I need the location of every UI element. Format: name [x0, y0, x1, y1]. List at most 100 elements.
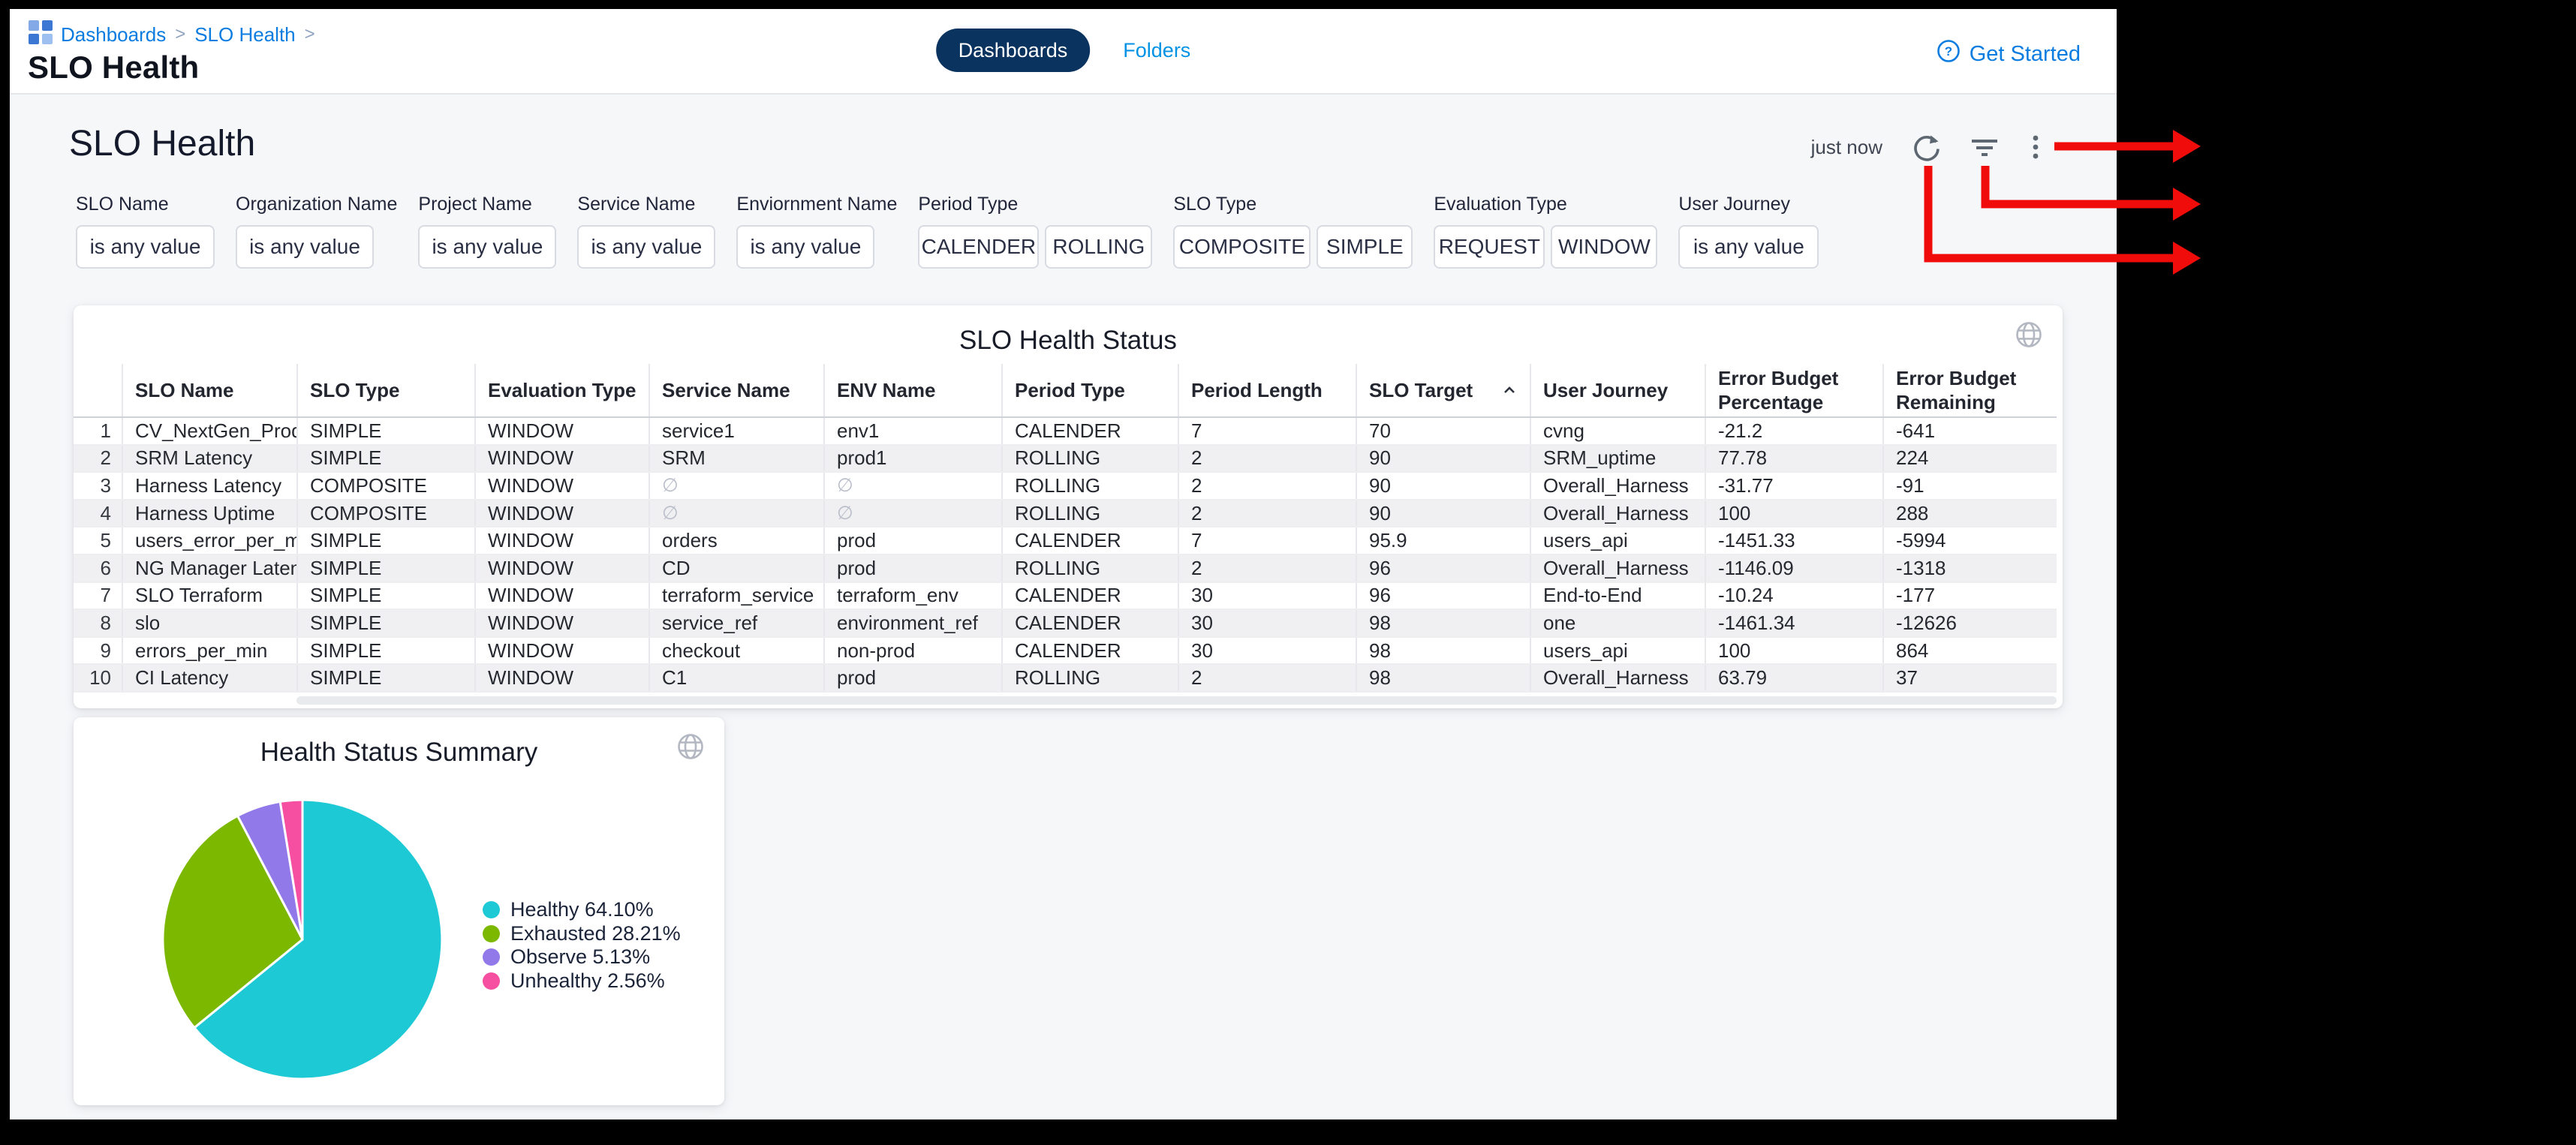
- breadcrumb-link-slo-health[interactable]: SLO Health: [194, 23, 295, 47]
- get-started-link[interactable]: ? Get Started: [1937, 39, 2081, 69]
- table-cell: SRM Latency: [122, 446, 296, 472]
- table-row[interactable]: 1CV_NextGen_ProdSIMPLEWINDOWservice1env1…: [74, 418, 2057, 446]
- table-cell: -1318: [1882, 555, 2057, 582]
- table-cell: CALENDER: [1001, 610, 1178, 636]
- last-refreshed-label: just now: [1811, 136, 1882, 159]
- filter-label: Enviornment Name: [736, 194, 897, 215]
- table-cell: 2: [1178, 555, 1356, 582]
- filter-chip[interactable]: is any value: [236, 225, 374, 269]
- table-cell: 864: [1882, 638, 2057, 664]
- column-header-slo-name[interactable]: SLO Name: [122, 364, 296, 416]
- column-header-error-budget[interactable]: Error BudgetRemaining: [1882, 364, 2057, 416]
- health-status-pie-chart[interactable]: [160, 797, 445, 1082]
- filter-chip[interactable]: is any value: [577, 225, 715, 269]
- column-header-evaluation-type[interactable]: Evaluation Type: [474, 364, 649, 416]
- table-cell: COMPOSITE: [296, 473, 474, 499]
- filter-icon[interactable]: [1968, 131, 2001, 164]
- table-cell: 2: [1178, 500, 1356, 527]
- column-header-row-number[interactable]: [74, 364, 122, 416]
- column-header-period-type[interactable]: Period Type: [1001, 364, 1178, 416]
- table-body: 1CV_NextGen_ProdSIMPLEWINDOWservice1env1…: [74, 418, 2057, 693]
- legend-item-observe[interactable]: Observe 5.13%: [483, 945, 681, 969]
- table-cell: prod: [823, 527, 1001, 554]
- table-row[interactable]: 4Harness UptimeCOMPOSITEWINDOW∅∅ROLLING2…: [74, 500, 2057, 528]
- filter-label: Service Name: [577, 194, 715, 215]
- table-row[interactable]: 3Harness LatencyCOMPOSITEWINDOW∅∅ROLLING…: [74, 473, 2057, 500]
- filter-chip[interactable]: is any value: [418, 225, 556, 269]
- filter-chip[interactable]: WINDOW: [1551, 225, 1657, 269]
- table-row[interactable]: 6NG Manager LatencySIMPLEWINDOWCDprodROL…: [74, 555, 2057, 583]
- column-header-period-length[interactable]: Period Length: [1178, 364, 1356, 416]
- column-header-env-name[interactable]: ENV Name: [823, 364, 1001, 416]
- table-row[interactable]: 8sloSIMPLEWINDOWservice_refenvironment_r…: [74, 610, 2057, 638]
- table-cell: 2: [1178, 473, 1356, 499]
- legend-label: Observe 5.13%: [510, 945, 650, 969]
- table-row[interactable]: 10CI LatencySIMPLEWINDOWC1prodROLLING298…: [74, 665, 2057, 693]
- pie-title: Health Status Summary: [74, 738, 724, 768]
- globe-icon[interactable]: [2015, 320, 2043, 353]
- table-cell: SRM_uptime: [1530, 446, 1705, 472]
- table-cell: 96: [1356, 583, 1530, 609]
- table-cell: users_error_per_min: [122, 527, 296, 554]
- table-cell: CD: [649, 555, 823, 582]
- table-cell: ∅: [649, 473, 823, 499]
- filter-chip-row: COMPOSITESIMPLE: [1173, 225, 1413, 269]
- column-header-error-budget[interactable]: Error BudgetPercentage: [1705, 364, 1882, 416]
- table-cell: SIMPLE: [296, 527, 474, 554]
- column-header-service-name[interactable]: Service Name: [649, 364, 823, 416]
- filter-chip[interactable]: CALENDER: [918, 225, 1039, 269]
- column-header-slo-type[interactable]: SLO Type: [296, 364, 474, 416]
- table-row[interactable]: 2SRM LatencySIMPLEWINDOWSRMprod1ROLLING2…: [74, 446, 2057, 473]
- table-cell: C1: [649, 665, 823, 691]
- filter-chip[interactable]: ROLLING: [1045, 225, 1152, 269]
- globe-icon[interactable]: [676, 732, 705, 765]
- column-header-user-journey[interactable]: User Journey: [1530, 364, 1705, 416]
- table-cell: ∅: [823, 500, 1001, 527]
- table-cell: 2: [74, 446, 122, 472]
- kebab-menu-icon[interactable]: [2028, 131, 2043, 164]
- filter-chip-row: is any value: [236, 225, 397, 269]
- help-circle-icon: ?: [1937, 39, 1961, 69]
- table-cell: ∅: [823, 473, 1001, 499]
- filter-chip[interactable]: COMPOSITE: [1173, 225, 1311, 269]
- refresh-icon[interactable]: [1909, 130, 1944, 164]
- table-cell: WINDOW: [474, 638, 649, 664]
- table-row[interactable]: 7SLO TerraformSIMPLEWINDOWterraform_serv…: [74, 583, 2057, 611]
- table-cell: service1: [649, 418, 823, 444]
- table-cell: ROLLING: [1001, 555, 1178, 582]
- table-cell: End-to-End: [1530, 583, 1705, 609]
- breadcrumb-separator: >: [173, 24, 187, 45]
- filter-chip-row: is any value: [577, 225, 715, 269]
- table-cell: ROLLING: [1001, 446, 1178, 472]
- column-header-slo-target[interactable]: SLO Target: [1356, 364, 1530, 416]
- table-cell: SIMPLE: [296, 555, 474, 582]
- filter-chip[interactable]: is any value: [1678, 225, 1819, 269]
- legend-item-unhealthy[interactable]: Unhealthy 2.56%: [483, 969, 681, 993]
- filter-chip[interactable]: is any value: [736, 225, 874, 269]
- filter-chip[interactable]: is any value: [76, 225, 215, 269]
- legend-item-healthy[interactable]: Healthy 64.10%: [483, 898, 681, 922]
- table-cell: 70: [1356, 418, 1530, 444]
- table-cell: Overall_Harness: [1530, 555, 1705, 582]
- table-cell: 90: [1356, 500, 1530, 527]
- table-cell: -1461.34: [1705, 610, 1882, 636]
- table-cell: 98: [1356, 610, 1530, 636]
- table-cell: SIMPLE: [296, 418, 474, 444]
- table-cell: WINDOW: [474, 610, 649, 636]
- table-cell: one: [1530, 610, 1705, 636]
- filter-group: Project Nameis any value: [418, 194, 556, 269]
- tab-dashboards[interactable]: Dashboards: [936, 29, 1091, 72]
- breadcrumb-link-dashboards[interactable]: Dashboards: [61, 23, 166, 47]
- filter-chip[interactable]: SIMPLE: [1317, 225, 1413, 269]
- filter-chip[interactable]: REQUEST: [1434, 225, 1545, 269]
- table-row[interactable]: 5users_error_per_minSIMPLEWINDOWorderspr…: [74, 527, 2057, 555]
- table-row[interactable]: 9errors_per_minSIMPLEWINDOWcheckoutnon-p…: [74, 638, 2057, 666]
- table-cell: 4: [74, 500, 122, 527]
- tab-folders[interactable]: Folders: [1123, 39, 1190, 62]
- table-cell: cvng: [1530, 418, 1705, 444]
- table-cell: 8: [74, 610, 122, 636]
- table-cell: 98: [1356, 638, 1530, 664]
- filter-label: Period Type: [918, 194, 1152, 215]
- legend-item-exhausted[interactable]: Exhausted 28.21%: [483, 922, 681, 946]
- horizontal-scrollbar[interactable]: [296, 696, 2057, 705]
